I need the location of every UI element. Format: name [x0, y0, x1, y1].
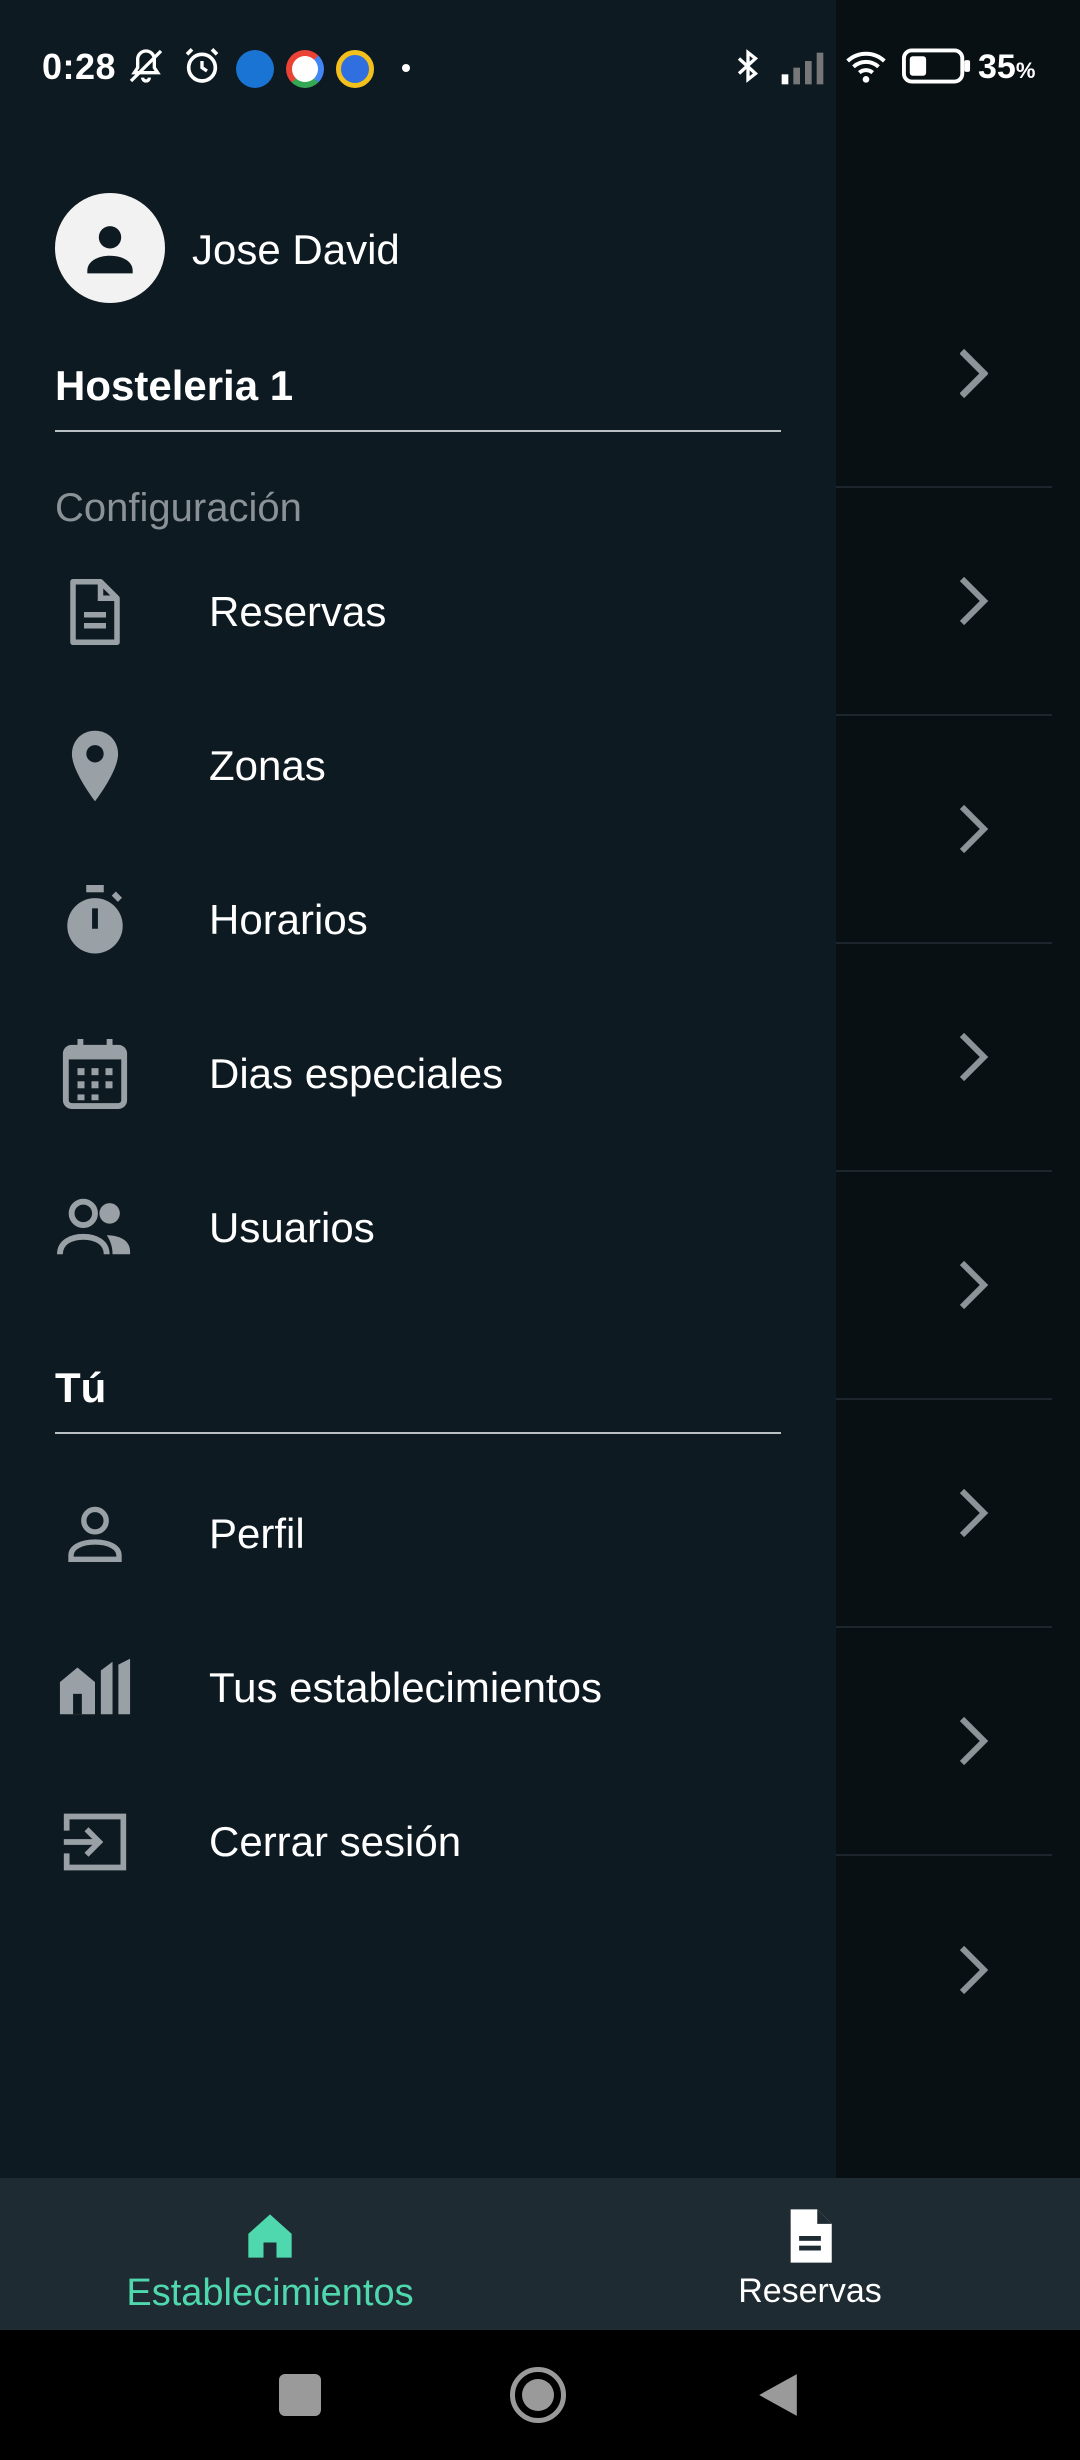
divider — [55, 430, 781, 432]
bottom-navigation: Establecimientos Reservas — [0, 2178, 1080, 2330]
navigation-drawer: Jose David Hosteleria 1 Configuración Re… — [0, 0, 836, 2178]
divider — [55, 1432, 781, 1434]
logout-icon — [52, 1799, 138, 1885]
menu-item-usuarios[interactable]: Usuarios — [0, 1163, 836, 1293]
users-icon — [52, 1185, 138, 1271]
chevron-right-icon — [959, 1716, 989, 1766]
signal-icon — [781, 52, 824, 85]
chevron-right-icon — [959, 804, 989, 854]
document-icon — [778, 2204, 842, 2268]
tab-label: Establecimientos — [126, 2272, 414, 2314]
app-icon — [336, 50, 374, 88]
wifi-icon — [846, 51, 886, 83]
tab-establecimientos[interactable]: Establecimientos — [112, 2178, 428, 2330]
menu-item-label: Tus establecimientos — [209, 1664, 602, 1711]
menu-item-cerrar-sesion[interactable]: Cerrar sesión — [0, 1777, 836, 1907]
person-icon — [87, 226, 133, 274]
person-icon — [52, 1491, 138, 1577]
recents-button[interactable] — [279, 2374, 321, 2416]
back-button[interactable] — [757, 2372, 799, 2418]
you-section-label: Tú — [55, 1364, 107, 1411]
home-icon — [238, 2204, 302, 2268]
menu-item-label: Perfil — [209, 1510, 305, 1557]
avatar[interactable] — [55, 193, 165, 303]
chevron-right-icon — [959, 1488, 989, 1538]
mute-icon — [129, 49, 163, 83]
menu-item-horarios[interactable]: Horarios — [0, 855, 836, 985]
tab-label: Reservas — [738, 2272, 882, 2310]
tab-reservas[interactable]: Reservas — [700, 2178, 920, 2330]
chevron-right-icon[interactable] — [948, 344, 998, 404]
battery-icon — [902, 48, 971, 84]
status-bar: 0:28 35% — [0, 0, 1080, 136]
menu-item-zonas[interactable]: Zonas — [0, 701, 836, 831]
home-button-dot — [522, 2379, 554, 2411]
establishment-name: Hosteleria 1 — [55, 362, 294, 409]
menu-item-tus-establecimientos[interactable]: Tus establecimientos — [0, 1623, 836, 1753]
menu-item-dias-especiales[interactable]: Dias especiales — [0, 1009, 836, 1139]
menu-item-label: Reservas — [209, 588, 387, 635]
menu-item-label: Dias especiales — [209, 1050, 504, 1097]
chevron-right-icon — [959, 1945, 989, 1995]
document-icon — [52, 569, 138, 655]
outlook-icon — [236, 50, 274, 88]
user-name: Jose David — [192, 226, 400, 273]
status-time: 0:28 — [42, 46, 117, 87]
menu-item-reservas[interactable]: Reservas — [0, 547, 836, 677]
menu-item-perfil[interactable]: Perfil — [0, 1469, 836, 1599]
buildings-icon — [52, 1645, 138, 1731]
dot-icon — [402, 64, 410, 72]
home-button[interactable] — [510, 2367, 566, 2423]
battery-percent: 35% — [978, 48, 1036, 86]
config-section-label: Configuración — [55, 486, 302, 530]
alarm-icon — [185, 48, 219, 83]
menu-item-label: Horarios — [209, 896, 368, 943]
menu-item-label: Zonas — [209, 742, 326, 789]
google-icon — [286, 50, 324, 88]
chevron-right-icon — [959, 1260, 989, 1310]
menu-item-label: Cerrar sesión — [209, 1818, 462, 1865]
system-navigation-bar — [0, 2330, 1080, 2460]
stopwatch-icon — [52, 877, 138, 963]
chevron-right-icon — [959, 576, 989, 626]
chevron-right-icon — [959, 1032, 989, 1082]
calendar-icon — [52, 1031, 138, 1117]
location-pin-icon — [52, 723, 138, 809]
bluetooth-icon — [737, 49, 759, 83]
menu-item-label: Usuarios — [209, 1204, 375, 1251]
